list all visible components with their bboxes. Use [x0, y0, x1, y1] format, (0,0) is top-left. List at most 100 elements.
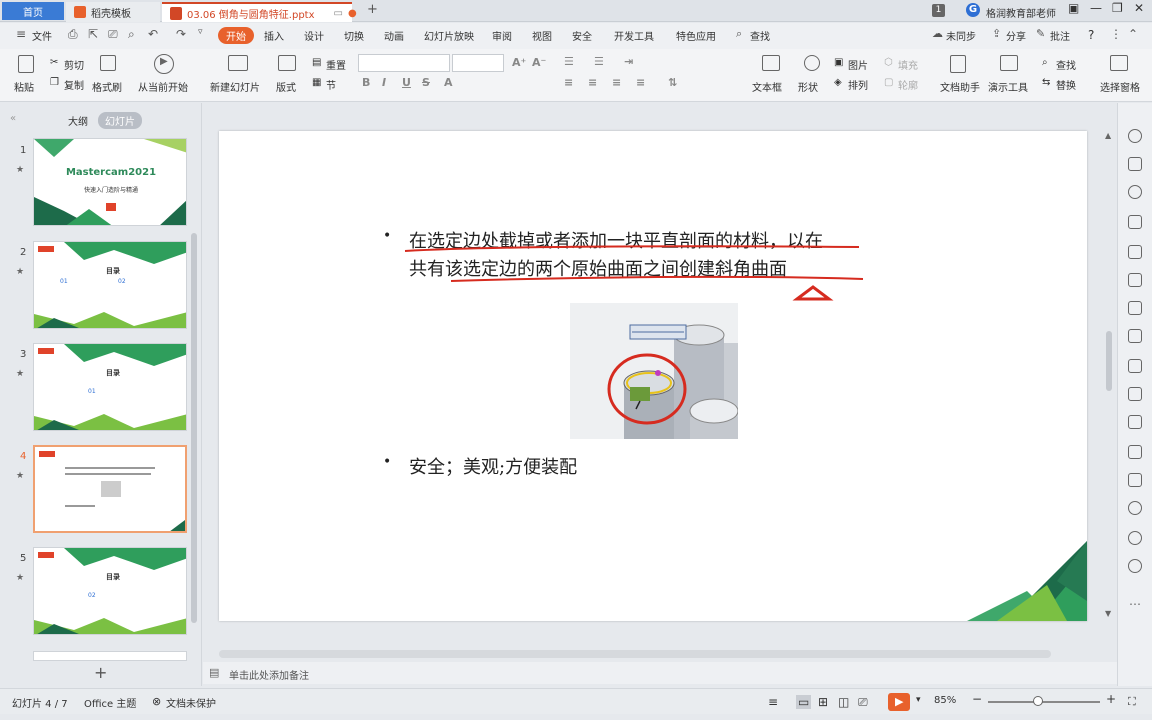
doc-assistant-button[interactable]: 文档助手 [940, 79, 980, 94]
align-left-icon[interactable]: ≡ [564, 76, 573, 89]
more-icon[interactable]: ⋮ [1110, 27, 1122, 41]
numbering-icon[interactable]: ☰ [594, 55, 604, 68]
export-icon[interactable] [1128, 387, 1142, 401]
strikethrough-button[interactable]: S [422, 76, 430, 89]
slideshow-play-button[interactable]: ▶ [888, 693, 910, 711]
collapse-panel-icon[interactable]: « [10, 113, 16, 124]
collapse-ribbon-icon[interactable]: ⌃ [1128, 27, 1138, 41]
select-pane-button[interactable]: 选择窗格 [1100, 79, 1140, 94]
section-button[interactable]: 节 [326, 77, 336, 92]
fit-window-icon[interactable]: ⛶ [1128, 695, 1136, 709]
search-command[interactable]: 查找 [750, 28, 770, 43]
slide-thumbnail-1[interactable]: Mastercam2021 快速入门造阶与精通 [33, 138, 187, 226]
new-tab-button[interactable]: + [367, 2, 378, 17]
bullet-1-line-1[interactable]: 在选定边处截掉或者添加一块平直剖面的材料，以在 [409, 227, 823, 253]
archive-icon[interactable] [1128, 415, 1142, 429]
hamburger-icon[interactable]: ≡ [16, 27, 26, 41]
underline-button[interactable]: U [402, 76, 411, 89]
clipboard-icon[interactable] [1128, 359, 1142, 373]
tab-slides[interactable]: 幻灯片 [98, 112, 142, 129]
bullet-2[interactable]: 安全；美观;方便装配 [409, 453, 577, 479]
menu-view[interactable]: 视图 [532, 28, 552, 43]
current-slide[interactable]: • 在选定边处截掉或者添加一块平直剖面的材料，以在 共有该选定边的两个原始曲面之… [219, 131, 1087, 621]
account-name[interactable]: 格润教育部老师 [986, 5, 1056, 20]
maximize-button[interactable]: ❐ [1112, 1, 1123, 15]
menu-design[interactable]: 设计 [304, 28, 324, 43]
zoom-out-button[interactable]: − [972, 692, 982, 706]
bullet-1-line-2[interactable]: 共有该选定边的两个原始曲面之间创建斜角曲面 [409, 255, 787, 281]
more-tools-icon[interactable]: ⋯ [1129, 597, 1141, 611]
zoom-in-button[interactable]: + [1106, 692, 1116, 706]
align-right-icon[interactable]: ≡ [612, 76, 621, 89]
paste-icon[interactable] [18, 55, 34, 73]
play-from-current-button[interactable]: 从当前开始 [138, 79, 188, 94]
presentation-tools-button[interactable]: 演示工具 [988, 79, 1028, 94]
arrange-button[interactable]: 排列 [848, 77, 868, 92]
help-button[interactable]: ? [1088, 28, 1094, 42]
outline-button[interactable]: 轮廓 [898, 77, 918, 92]
layout-button[interactable]: 版式 [276, 79, 296, 94]
grid-icon[interactable] [1128, 273, 1142, 287]
menu-review[interactable]: 审阅 [492, 28, 512, 43]
font-color-button[interactable]: A [444, 76, 453, 89]
share-button[interactable]: 分享 [1006, 28, 1026, 43]
replace-button[interactable]: 替换 [1056, 77, 1076, 92]
notes-placeholder[interactable]: 单击此处添加备注 [229, 667, 309, 682]
bold-button[interactable]: B [362, 76, 370, 89]
slide-thumbnail-6-partial[interactable] [33, 651, 187, 661]
slide-thumbnail-5[interactable]: 目录 02 [33, 547, 187, 635]
add-slide-button[interactable]: + [94, 663, 107, 682]
reset-button[interactable]: 重置 [326, 57, 346, 72]
picture-button[interactable]: 图片 [848, 57, 868, 72]
fill-button[interactable]: 填充 [898, 57, 918, 72]
tab-outline[interactable]: 大纲 [68, 113, 88, 128]
menu-insert[interactable]: 插入 [264, 28, 284, 43]
print-icon[interactable]: ⎚ [108, 27, 118, 42]
tab-templates[interactable]: 稻壳模板 [66, 2, 160, 22]
paste-button[interactable]: 粘贴 [14, 79, 34, 94]
sorter-view-icon[interactable]: ⊞ [818, 695, 828, 709]
scroll-up-icon[interactable]: ▲ [1105, 131, 1111, 140]
audio-icon[interactable] [1128, 473, 1142, 487]
export-icon[interactable]: ⇱ [88, 27, 98, 41]
shrink-font-icon[interactable]: A⁻ [532, 56, 546, 69]
canvas-horizontal-scrollbar[interactable] [219, 650, 1051, 658]
tab-home[interactable]: 首页 [2, 2, 64, 20]
table-icon[interactable] [1128, 245, 1142, 259]
settings-sliders-icon[interactable] [1128, 329, 1142, 343]
menu-file[interactable]: 文件 [32, 28, 52, 43]
text-direction-icon[interactable]: ⇅ [668, 76, 677, 89]
slide-thumbnail-4-selected[interactable] [33, 445, 187, 533]
slide-thumbnail-3[interactable]: 目录 01 [33, 343, 187, 431]
minimize-button[interactable]: — [1090, 1, 1102, 15]
slide-thumbnail-2[interactable]: 目录 01 02 [33, 241, 187, 329]
grow-font-icon[interactable]: A⁺ [512, 56, 526, 69]
comment-button[interactable]: 批注 [1050, 28, 1070, 43]
menu-animations[interactable]: 动画 [384, 28, 404, 43]
undo-icon[interactable]: ↶ [148, 27, 158, 41]
layout-switch-icon[interactable]: ▣ [1068, 1, 1079, 15]
zoom-level[interactable]: 85% [934, 695, 956, 706]
menu-transitions[interactable]: 切换 [344, 28, 364, 43]
help-icon[interactable] [1128, 559, 1142, 573]
panel-scrollbar[interactable] [191, 233, 197, 623]
zoom-slider[interactable] [988, 696, 1100, 706]
close-button[interactable]: ✕ [1134, 1, 1144, 15]
shape-tools-icon[interactable] [1128, 185, 1142, 199]
tab-document[interactable]: 03.06 倒角与圆角特征.pptx ▭ ● [162, 2, 357, 22]
shape-button[interactable]: 形状 [798, 79, 818, 94]
justify-icon[interactable]: ≡ [636, 76, 645, 89]
notes-toggle-icon[interactable]: ≡ [768, 695, 778, 709]
format-painter-button[interactable]: 格式刷 [92, 79, 122, 94]
bullets-icon[interactable]: ☰ [564, 55, 574, 68]
play-dropdown-icon[interactable]: ▾ [916, 695, 921, 705]
save-icon[interactable]: ⎙ [68, 27, 78, 42]
preview-icon[interactable]: ⌕ [128, 27, 135, 42]
sync-status[interactable]: 未同步 [946, 28, 976, 43]
menu-features[interactable]: 特色应用 [676, 28, 716, 43]
normal-view-icon[interactable]: ▭ [796, 695, 812, 709]
new-slide-button[interactable]: 新建幻灯片 [210, 79, 260, 94]
menu-developer[interactable]: 开发工具 [614, 28, 654, 43]
menu-slideshow[interactable]: 幻灯片放映 [424, 28, 474, 43]
record-icon[interactable] [1128, 501, 1142, 515]
